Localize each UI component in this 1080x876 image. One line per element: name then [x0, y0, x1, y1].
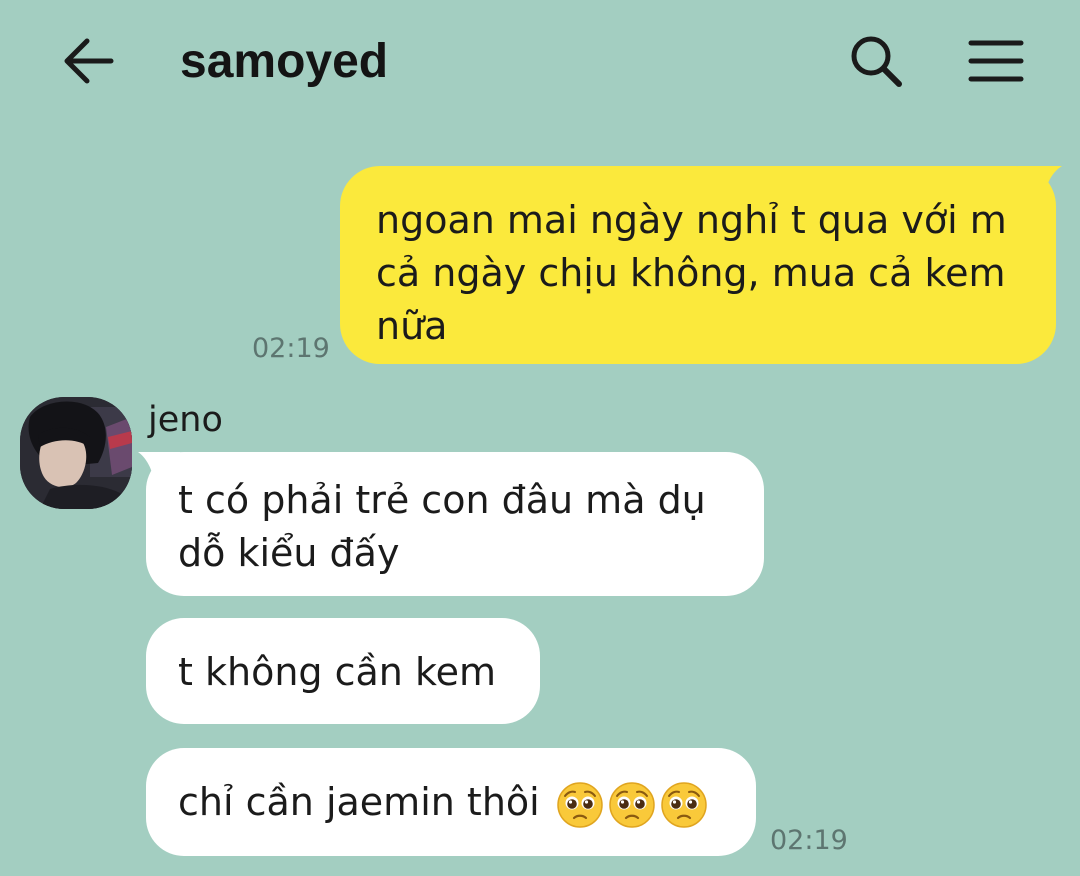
search-button[interactable]	[840, 30, 912, 92]
message-line: cả ngày chịu không, mua cả kem	[376, 251, 1006, 295]
avatar[interactable]	[20, 397, 132, 509]
profile-photo	[20, 397, 132, 509]
pleading-face-emoji	[557, 781, 603, 828]
search-icon	[851, 36, 902, 87]
sender-name: jeno	[148, 400, 223, 440]
message-line: t có phải trẻ con đâu mà dụ	[178, 478, 706, 522]
incoming-message-bubble[interactable]: t có phải trẻ con đâu mà dụ dỗ kiểu đấy	[146, 452, 764, 596]
incoming-message-bubble[interactable]: chỉ cần jaemin thôi	[146, 748, 756, 856]
hamburger-menu-icon	[968, 40, 1024, 82]
menu-button[interactable]	[956, 30, 1036, 92]
message-line: chỉ cần jaemin thôi	[178, 780, 540, 824]
chat-title: samoyed	[180, 35, 389, 88]
message-line: ngoan mai ngày nghỉ t qua với m	[376, 198, 1007, 242]
pleading-face-emoji	[661, 781, 707, 828]
incoming-message-bubble[interactable]: t không cần kem	[146, 618, 540, 724]
pleading-face-emoji	[609, 781, 655, 828]
back-button[interactable]	[52, 30, 122, 92]
message-line: dỗ kiểu đấy	[178, 531, 400, 575]
message-line: t không cần kem	[178, 650, 496, 694]
message-timestamp: 02:19	[252, 333, 330, 364]
outgoing-message-bubble[interactable]: ngoan mai ngày nghỉ t qua với m cả ngày …	[340, 166, 1056, 364]
arrow-left-icon	[64, 38, 114, 84]
message-line: nữa	[376, 304, 448, 348]
message-timestamp: 02:19	[770, 825, 848, 856]
